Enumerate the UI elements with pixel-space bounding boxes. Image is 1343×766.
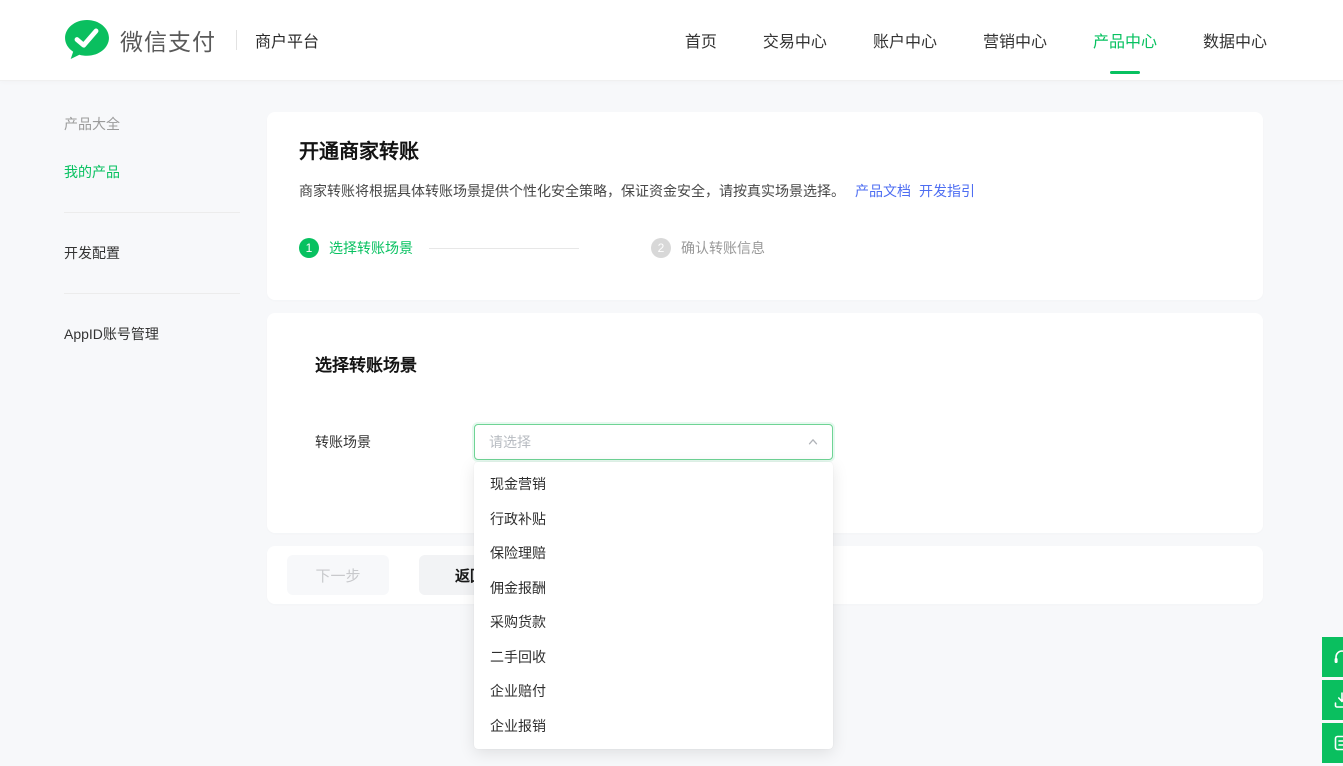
survey-tab[interactable] — [1322, 723, 1343, 763]
nav-item-account-center[interactable]: 账户中心 — [873, 22, 937, 58]
option-commission[interactable]: 佣金报酬 — [474, 571, 833, 606]
nav-item-transaction-center[interactable]: 交易中心 — [763, 22, 827, 58]
select-placeholder: 请选择 — [489, 432, 806, 452]
option-enterprise-compensation[interactable]: 企业赔付 — [474, 674, 833, 709]
nav-item-product-center[interactable]: 产品中心 — [1093, 22, 1157, 58]
option-secondhand[interactable]: 二手回收 — [474, 640, 833, 675]
step-1-select-scene: 1 选择转账场景 — [299, 238, 413, 258]
nav-item-marketing-center[interactable]: 营销中心 — [983, 22, 1047, 58]
customer-service-tab[interactable] — [1322, 637, 1343, 677]
main-nav: 首页 交易中心 账户中心 营销中心 产品中心 数据中心 — [685, 22, 1267, 58]
option-insurance-claim[interactable]: 保险理赔 — [474, 536, 833, 571]
option-enterprise-reimbursement[interactable]: 企业报销 — [474, 709, 833, 744]
sidebar-divider — [64, 212, 240, 213]
option-admin-subsidy[interactable]: 行政补贴 — [474, 502, 833, 537]
product-doc-link[interactable]: 产品文档 — [855, 183, 911, 199]
sidebar-item-dev-config[interactable]: 开发配置 — [64, 243, 240, 263]
transfer-scene-field: 转账场景 请选择 现金营销 行政补贴 保险理赔 佣金报酬 采购货款 — [315, 424, 1215, 460]
transfer-scene-label: 转账场景 — [315, 424, 474, 460]
top-header: 微信支付 商户平台 首页 交易中心 账户中心 营销中心 产品中心 数据中心 — [0, 0, 1343, 81]
nav-item-home[interactable]: 首页 — [685, 22, 717, 58]
step-2-confirm-info: 2 确认转账信息 — [651, 238, 765, 258]
step-connector-line — [429, 248, 579, 249]
transfer-scene-select[interactable]: 请选择 — [474, 424, 833, 460]
form-heading: 选择转账场景 — [315, 355, 1215, 377]
feedback-tab[interactable] — [1322, 680, 1343, 720]
page-layout: 产品大全 我的产品 开发配置 AppID账号管理 开通商家转账 商家转账将根据具… — [0, 81, 1343, 604]
brand-name: 微信支付 — [120, 23, 216, 57]
step-indicator: 1 选择转账场景 2 确认转账信息 — [299, 238, 1231, 258]
intro-card: 开通商家转账 商家转账将根据具体转账场景提供个性化安全策略，保证资金安全，请按真… — [267, 112, 1263, 300]
nav-item-data-center[interactable]: 数据中心 — [1203, 22, 1267, 58]
option-purchase-payment[interactable]: 采购货款 — [474, 605, 833, 640]
survey-icon — [1332, 733, 1343, 753]
customer-service-icon — [1332, 647, 1343, 667]
nav-active-underline — [1110, 71, 1140, 74]
option-cash-marketing[interactable]: 现金营销 — [474, 467, 833, 502]
description-text: 商家转账将根据具体转账场景提供个性化安全策略，保证资金安全，请按真实场景选择。 — [299, 183, 845, 199]
brand-divider — [236, 30, 237, 50]
step-2-circle: 2 — [651, 238, 671, 258]
feedback-icon — [1332, 690, 1343, 710]
sidebar-section-products: 产品大全 — [64, 112, 240, 134]
brand: 微信支付 商户平台 — [64, 19, 319, 61]
page-description: 商家转账将根据具体转账场景提供个性化安全策略，保证资金安全，请按真实场景选择。产… — [299, 180, 1231, 202]
sidebar-item-appid-management[interactable]: AppID账号管理 — [64, 324, 240, 344]
page-title: 开通商家转账 — [299, 138, 1231, 166]
next-step-button[interactable]: 下一步 — [287, 555, 389, 595]
scene-form-card: 选择转账场景 转账场景 请选择 现金营销 行政补贴 保险理赔 — [267, 313, 1263, 533]
sidebar-divider — [64, 293, 240, 294]
main-content: 开通商家转账 商家转账将根据具体转账场景提供个性化安全策略，保证资金安全，请按真… — [267, 112, 1263, 604]
sidebar-item-my-products[interactable]: 我的产品 — [64, 162, 240, 182]
transfer-scene-select-wrap: 请选择 现金营销 行政补贴 保险理赔 佣金报酬 采购货款 二手回收 企业赔付 — [474, 424, 833, 460]
step-2-label: 确认转账信息 — [681, 238, 765, 258]
floating-side-tabs — [1322, 637, 1343, 766]
step-1-label: 选择转账场景 — [329, 238, 413, 258]
transfer-scene-dropdown: 现金营销 行政补贴 保险理赔 佣金报酬 采购货款 二手回收 企业赔付 企业报销 — [474, 462, 833, 749]
wechat-pay-logo-icon — [64, 19, 110, 61]
dev-guide-link[interactable]: 开发指引 — [919, 183, 975, 199]
platform-label: 商户平台 — [255, 28, 319, 52]
chevron-up-icon — [806, 435, 820, 449]
sidebar: 产品大全 我的产品 开发配置 AppID账号管理 — [64, 112, 240, 604]
step-1-circle: 1 — [299, 238, 319, 258]
